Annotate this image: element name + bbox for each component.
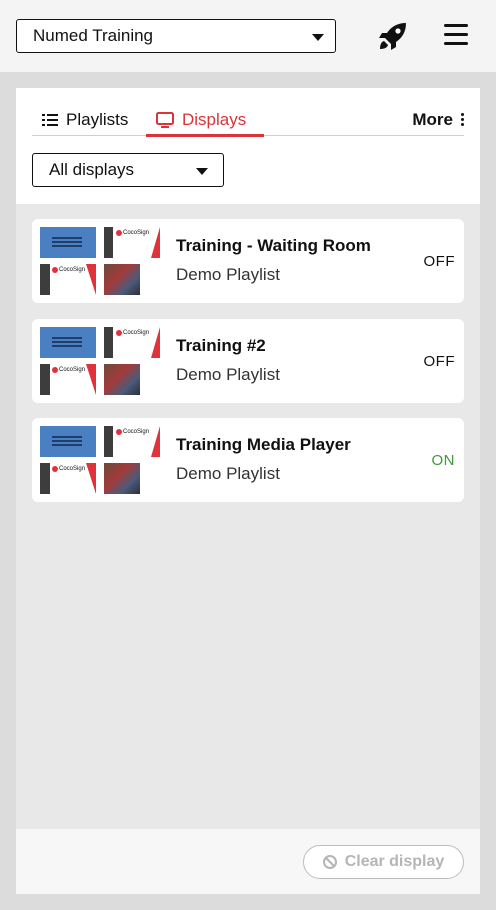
display-filter-select[interactable]: All displays: [32, 153, 224, 187]
thumbnail-image: [40, 227, 96, 258]
more-vertical-icon: [461, 110, 464, 126]
thumbnail-logo-text: CocoSign: [123, 330, 150, 336]
display-name: Training Media Player: [176, 435, 351, 454]
clear-display-label: Clear display: [344, 853, 445, 870]
thumbnail-image: CocoSign: [104, 426, 160, 457]
caret-down-icon: [312, 34, 324, 41]
tab-displays-label: Displays: [182, 110, 247, 129]
display-card[interactable]: CocoSign CocoSign Training - Waiting Roo…: [32, 219, 464, 303]
playlist-thumbnails: CocoSign CocoSign: [40, 227, 160, 295]
thumbnail-logo-text: CocoSign: [59, 267, 86, 273]
thumbnail-image: CocoSign: [104, 327, 160, 358]
thumbnail-image: CocoSign: [104, 227, 160, 258]
display-status: OFF: [423, 253, 455, 270]
tab-bar: Playlists Displays More: [32, 106, 464, 137]
monitor-icon: [156, 112, 174, 128]
playlist-thumbnails: CocoSign CocoSign: [40, 426, 160, 494]
thumbnail-image: [40, 327, 96, 358]
hamburger-menu-icon[interactable]: [444, 24, 468, 46]
display-card[interactable]: CocoSign CocoSign Training Media Player …: [32, 418, 464, 502]
list-icon: [42, 114, 58, 126]
tab-playlists[interactable]: Playlists: [42, 106, 128, 136]
rocket-icon[interactable]: [377, 20, 409, 52]
thumbnail-logo-text: CocoSign: [59, 466, 86, 472]
clear-display-button[interactable]: Clear display: [303, 845, 464, 879]
panel-header: Playlists Displays More All displays: [16, 88, 480, 204]
display-playlist: Demo Playlist: [176, 265, 280, 284]
organization-select[interactable]: Numed Training: [16, 19, 336, 53]
tab-displays[interactable]: Displays: [146, 106, 264, 137]
display-status: ON: [431, 452, 455, 469]
thumbnail-logo-text: CocoSign: [59, 367, 86, 373]
display-playlist: Demo Playlist: [176, 365, 280, 384]
tab-more-label: More: [412, 110, 453, 129]
thumbnail-image: [40, 426, 96, 457]
top-bar: Numed Training: [0, 0, 496, 72]
display-filter-value: All displays: [49, 160, 135, 179]
tab-playlists-label: Playlists: [66, 110, 129, 129]
organization-select-value: Numed Training: [33, 26, 154, 45]
thumbnail-image: [104, 463, 160, 494]
thumbnail-image: [104, 264, 160, 295]
display-name: Training #2: [176, 336, 266, 355]
thumbnail-image: CocoSign: [40, 463, 96, 494]
ban-icon: [322, 855, 337, 869]
display-name: Training - Waiting Room: [176, 236, 371, 255]
panel-footer: Clear display: [16, 829, 480, 894]
display-playlist: Demo Playlist: [176, 464, 280, 483]
displays-panel: Playlists Displays More All displays Coc…: [16, 88, 480, 894]
caret-down-icon: [196, 168, 208, 175]
thumbnail-image: CocoSign: [40, 264, 96, 295]
thumbnail-logo-text: CocoSign: [123, 230, 150, 236]
tab-more[interactable]: More: [412, 106, 464, 136]
thumbnail-logo-text: CocoSign: [123, 429, 150, 435]
thumbnail-image: [104, 364, 160, 395]
display-status: OFF: [423, 353, 455, 370]
display-card[interactable]: CocoSign CocoSign Training #2 Demo Playl…: [32, 319, 464, 403]
playlist-thumbnails: CocoSign CocoSign: [40, 327, 160, 395]
thumbnail-image: CocoSign: [40, 364, 96, 395]
